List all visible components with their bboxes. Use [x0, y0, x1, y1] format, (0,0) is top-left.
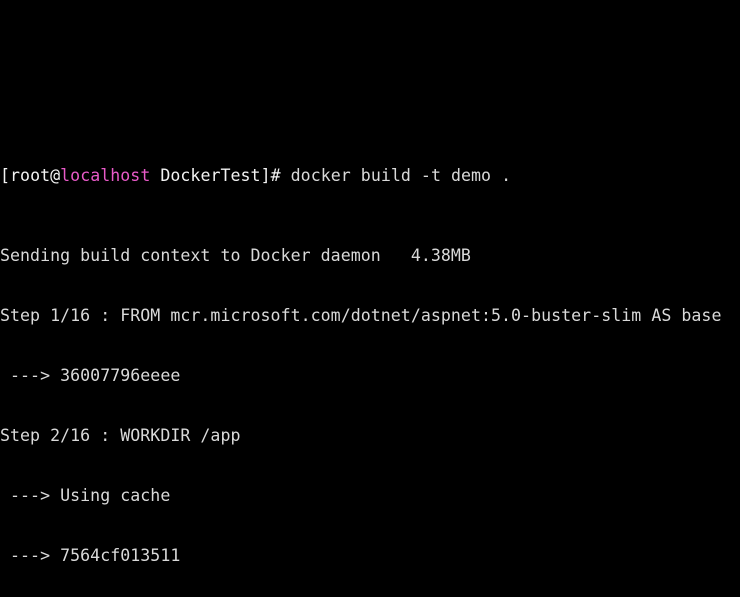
prompt-hostname: localhost	[60, 166, 151, 185]
command-input[interactable]: docker build -t demo .	[291, 166, 511, 185]
prompt-bracket-close: ]	[260, 166, 271, 185]
terminal-line-layer-id: ---> 7564cf013511	[0, 546, 181, 565]
prompt-bracket-open: [	[0, 166, 11, 185]
terminal-window[interactable]: [root@localhost DockerTest]# docker buil…	[0, 0, 740, 597]
prompt-user: root	[10, 166, 51, 185]
terminal-prompt-line[interactable]: [root@localhost DockerTest]# docker buil…	[0, 166, 740, 186]
terminal-line-step: Step 2/16 : WORKDIR /app	[0, 426, 241, 445]
prompt-root-sigil: #	[270, 166, 291, 185]
prompt-at-symbol: @	[50, 166, 61, 185]
terminal-line-output: Sending build context to Docker daemon 4…	[0, 246, 471, 265]
terminal-screen[interactable]: [root@localhost DockerTest]# docker buil…	[0, 0, 740, 597]
prompt-working-directory: DockerTest	[160, 166, 261, 185]
terminal-line-step: Step 1/16 : FROM mcr.microsoft.com/dotne…	[0, 306, 722, 325]
terminal-line-using-cache: ---> Using cache	[0, 486, 171, 505]
terminal-line-scrollback	[0, 66, 740, 86]
terminal-line-layer-id: ---> 36007796eeee	[0, 366, 181, 385]
